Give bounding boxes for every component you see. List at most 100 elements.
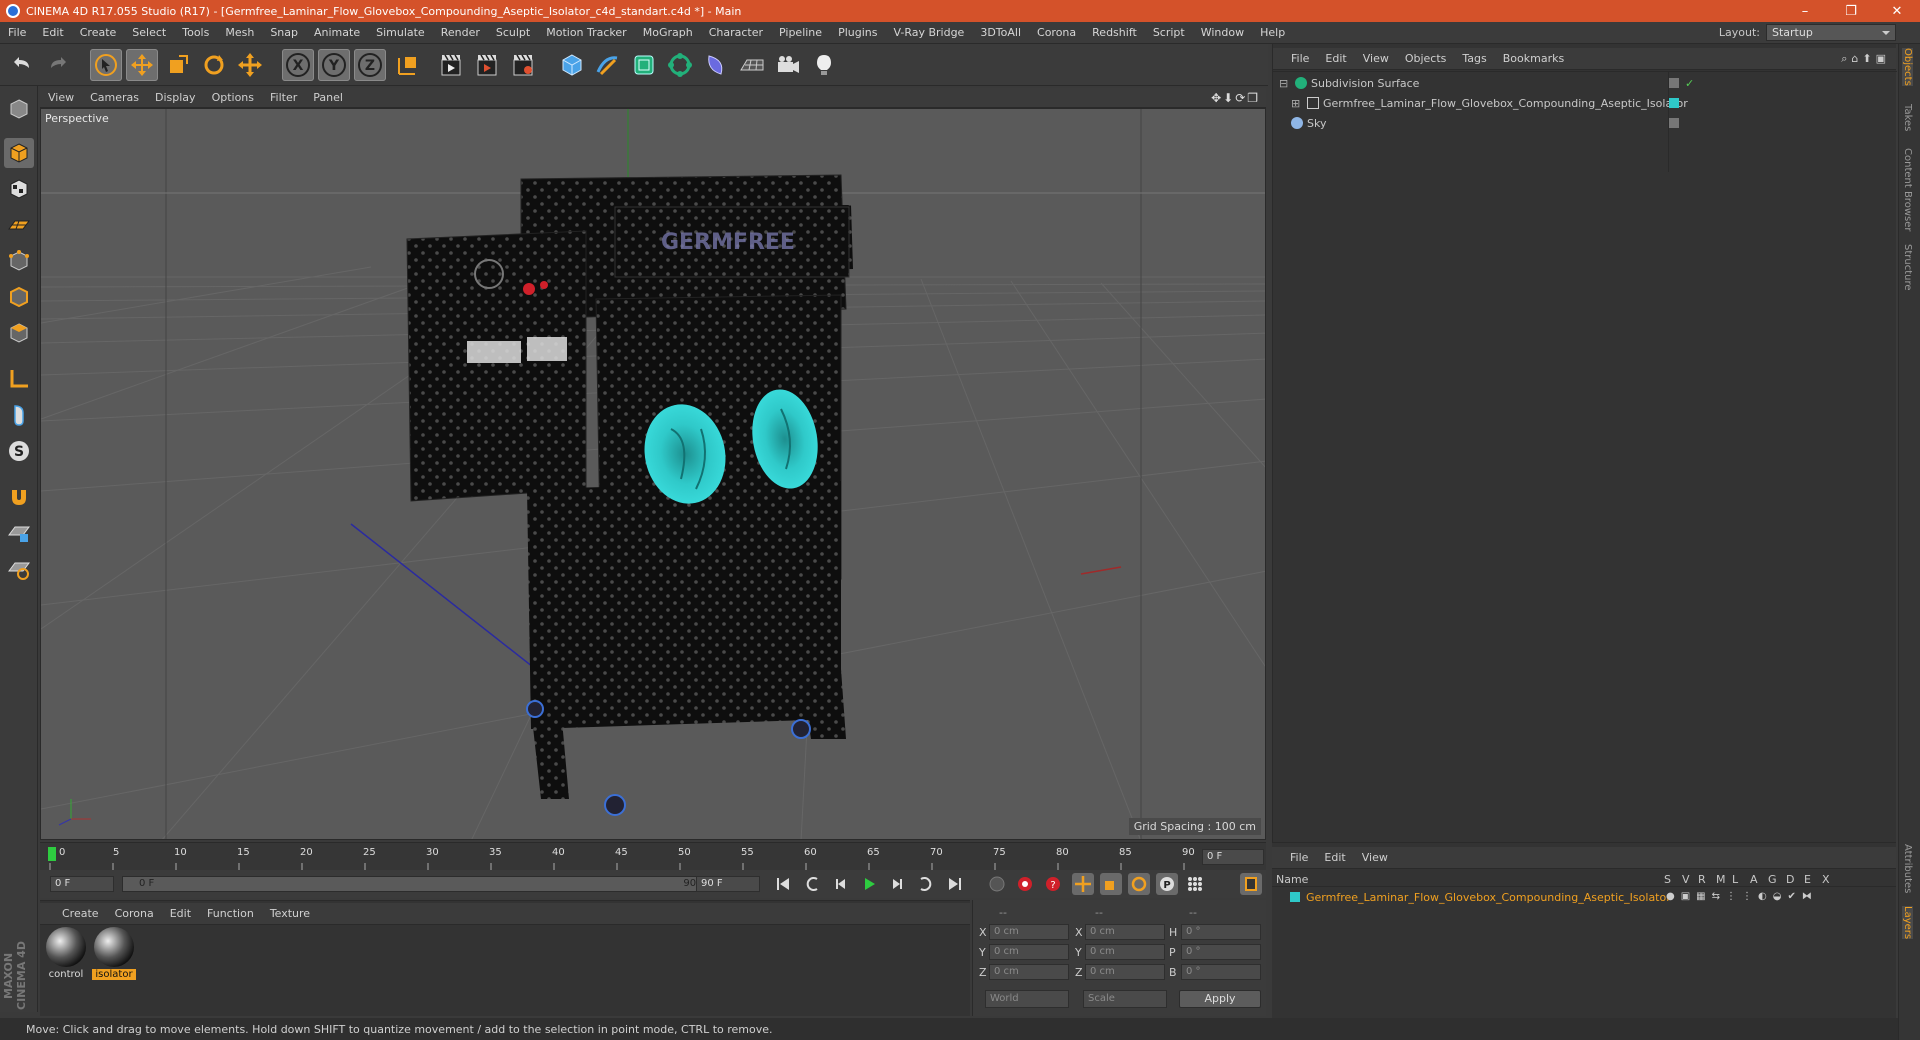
position-x-field[interactable]: 0 cm <box>989 924 1069 940</box>
render-settings-icon[interactable] <box>508 49 540 81</box>
workplane-icon[interactable] <box>4 210 34 240</box>
scale-icon[interactable] <box>162 49 194 81</box>
viewport-menu-filter[interactable]: Filter <box>262 91 305 104</box>
mm-menu-corona[interactable]: Corona <box>107 907 162 920</box>
previous-frame-icon[interactable] <box>830 873 852 895</box>
magnet-icon[interactable] <box>4 482 34 512</box>
viewport-menu-cameras[interactable]: Cameras <box>82 91 147 104</box>
lm-menu-edit[interactable]: Edit <box>1316 851 1353 864</box>
tab-layers[interactable]: Layers <box>1902 906 1913 940</box>
move-icon[interactable] <box>126 49 158 81</box>
viewport-menu-display[interactable]: Display <box>147 91 204 104</box>
tab-attributes[interactable]: Attributes <box>1902 844 1913 893</box>
close-button[interactable]: ✕ <box>1874 0 1920 22</box>
minimize-button[interactable]: – <box>1782 0 1828 22</box>
menu-plugins[interactable]: Plugins <box>830 26 885 39</box>
lm-menu-view[interactable]: View <box>1354 851 1396 864</box>
om-menu-tags[interactable]: Tags <box>1454 52 1494 65</box>
snap-s-icon[interactable]: S <box>4 436 34 466</box>
select-icon[interactable] <box>90 49 122 81</box>
menu-3dtoall[interactable]: 3DToAll <box>972 26 1029 39</box>
timeline-window-icon[interactable] <box>1240 873 1262 895</box>
z-axis-icon[interactable]: Z <box>354 49 386 81</box>
om-menu-file[interactable]: File <box>1283 52 1317 65</box>
go-to-end-icon[interactable] <box>944 873 966 895</box>
tab-structure[interactable]: Structure <box>1902 244 1913 291</box>
layer-swatch[interactable] <box>1669 78 1679 88</box>
light-icon[interactable] <box>808 49 840 81</box>
rotate-icon[interactable] <box>198 49 230 81</box>
viewport-menu-options[interactable]: Options <box>204 91 262 104</box>
om-menu-bookmarks[interactable]: Bookmarks <box>1495 52 1572 65</box>
tab-takes[interactable]: Takes <box>1902 104 1913 131</box>
viewport-menu-panel[interactable]: Panel <box>305 91 351 104</box>
tab-content-browser[interactable]: Content Browser <box>1902 148 1913 231</box>
layer-row-isolator[interactable]: Germfree_Laminar_Flow_Glovebox_Compoundi… <box>1272 889 1896 907</box>
material-swatch-isolator[interactable]: isolator <box>92 927 136 983</box>
layer-toggle-icons[interactable]: ●▣▦⇆⋮⋮◐◒✔⧓ <box>1666 891 1818 902</box>
render-view-icon[interactable] <box>436 49 468 81</box>
mm-menu-edit[interactable]: Edit <box>162 907 199 920</box>
previous-key-icon[interactable] <box>802 873 824 895</box>
model-mode-icon[interactable] <box>4 138 34 168</box>
autokey-icon[interactable]: ? <box>1042 873 1064 895</box>
grid-lock-icon[interactable] <box>4 518 34 548</box>
record-disabled-icon[interactable] <box>986 873 1008 895</box>
array-icon[interactable] <box>664 49 696 81</box>
rotation-h-field[interactable]: 0 ° <box>1181 924 1261 940</box>
size-y-field[interactable]: 0 cm <box>1085 944 1165 960</box>
mm-menu-function[interactable]: Function <box>199 907 262 920</box>
menu-motion-tracker[interactable]: Motion Tracker <box>538 26 634 39</box>
coord-mode-dropdown[interactable]: Scale <box>1083 990 1167 1008</box>
size-x-field[interactable]: 0 cm <box>1085 924 1165 940</box>
layer-swatch[interactable] <box>1669 118 1679 128</box>
timeline-ruler[interactable]: 0 5 10 15 20 25 30 35 40 45 50 55 60 65 … <box>40 842 1266 871</box>
mm-menu-texture[interactable]: Texture <box>262 907 318 920</box>
camera-icon[interactable] <box>772 49 804 81</box>
menu-file[interactable]: File <box>0 26 34 39</box>
layout-dropdown[interactable]: Startup <box>1766 24 1896 41</box>
key-rotation-icon[interactable] <box>1128 873 1150 895</box>
isolator-model[interactable]: GERMFREE <box>406 174 853 816</box>
grid-snap-icon[interactable] <box>4 554 34 584</box>
mm-menu-create[interactable]: Create <box>54 907 107 920</box>
menu-window[interactable]: Window <box>1193 26 1252 39</box>
tab-objects[interactable]: Objects <box>1902 48 1913 86</box>
lm-menu-file[interactable]: File <box>1282 851 1316 864</box>
end-frame-field[interactable]: 90 F <box>696 876 760 892</box>
menu-create[interactable]: Create <box>72 26 125 39</box>
om-menu-view[interactable]: View <box>1355 52 1397 65</box>
points-mode-icon[interactable] <box>4 246 34 276</box>
menu-animate[interactable]: Animate <box>306 26 368 39</box>
menu-vray-bridge[interactable]: V-Ray Bridge <box>885 26 972 39</box>
world-coords-icon[interactable] <box>392 49 424 81</box>
key-pla-icon[interactable] <box>1184 873 1206 895</box>
position-z-field[interactable]: 0 cm <box>989 964 1069 980</box>
menu-tools[interactable]: Tools <box>174 26 217 39</box>
object-row-sky[interactable]: Sky <box>1273 113 1897 133</box>
tweak-icon[interactable] <box>4 400 34 430</box>
floor-icon[interactable] <box>736 49 768 81</box>
next-key-icon[interactable] <box>914 873 936 895</box>
key-parameter-icon[interactable]: P <box>1156 873 1178 895</box>
menu-sculpt[interactable]: Sculpt <box>488 26 538 39</box>
apply-button[interactable]: Apply <box>1179 990 1261 1008</box>
x-axis-icon[interactable]: X <box>282 49 314 81</box>
menu-mograph[interactable]: MoGraph <box>635 26 701 39</box>
maximize-button[interactable]: ❐ <box>1828 0 1874 22</box>
material-tag-icon[interactable] <box>1669 98 1679 108</box>
menu-pipeline[interactable]: Pipeline <box>771 26 830 39</box>
viewport-nav-icons[interactable]: ✥⬇⟳❐ <box>1211 91 1260 105</box>
menu-help[interactable]: Help <box>1252 26 1293 39</box>
menu-edit[interactable]: Edit <box>34 26 71 39</box>
polygons-mode-icon[interactable] <box>4 318 34 348</box>
enabled-check-icon[interactable]: ✓ <box>1685 77 1694 90</box>
menu-simulate[interactable]: Simulate <box>368 26 433 39</box>
coord-system-dropdown[interactable]: World <box>985 990 1069 1008</box>
menu-render[interactable]: Render <box>433 26 488 39</box>
menu-mesh[interactable]: Mesh <box>217 26 262 39</box>
object-row-isolator[interactable]: ⊞ Germfree_Laminar_Flow_Glovebox_Compoun… <box>1273 93 1897 113</box>
rotation-b-field[interactable]: 0 ° <box>1181 964 1261 980</box>
playhead-marker[interactable] <box>48 847 56 861</box>
render-picture-icon[interactable] <box>472 49 504 81</box>
